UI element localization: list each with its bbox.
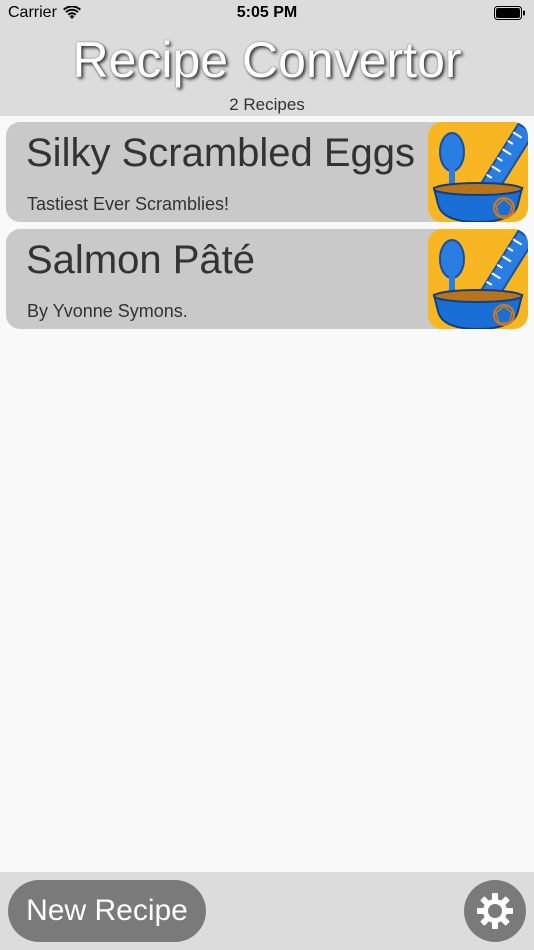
- bottom-toolbar: New Recipe: [0, 872, 534, 950]
- recipe-title: Silky Scrambled Eggs: [26, 131, 416, 175]
- recipe-list: Silky Scrambled Eggs Tastiest Ever Scram…: [6, 122, 528, 336]
- battery-icon: [494, 6, 526, 20]
- recipe-app-icon: [428, 122, 528, 222]
- recipe-card[interactable]: Silky Scrambled Eggs Tastiest Ever Scram…: [6, 122, 528, 222]
- new-recipe-button[interactable]: New Recipe: [8, 880, 206, 942]
- recipe-count: 2 Recipes: [229, 95, 305, 114]
- page-title: Recipe Convertor: [72, 32, 462, 88]
- recipe-title: Salmon Pâté: [26, 238, 256, 282]
- recipe-subtitle: By Yvonne Symons.: [27, 301, 188, 321]
- header: Carrier 5:05 PM Recipe Convertor 2 Recip…: [0, 0, 534, 116]
- gear-icon: [476, 892, 514, 930]
- settings-button[interactable]: [464, 880, 526, 942]
- recipe-card[interactable]: Salmon Pâté By Yvonne Symons.: [6, 229, 528, 329]
- recipe-app-icon: [428, 229, 528, 329]
- recipe-subtitle: Tastiest Ever Scramblies!: [27, 194, 230, 214]
- status-bar: Carrier 5:05 PM: [0, 0, 534, 28]
- status-time: 5:05 PM: [236, 4, 298, 21]
